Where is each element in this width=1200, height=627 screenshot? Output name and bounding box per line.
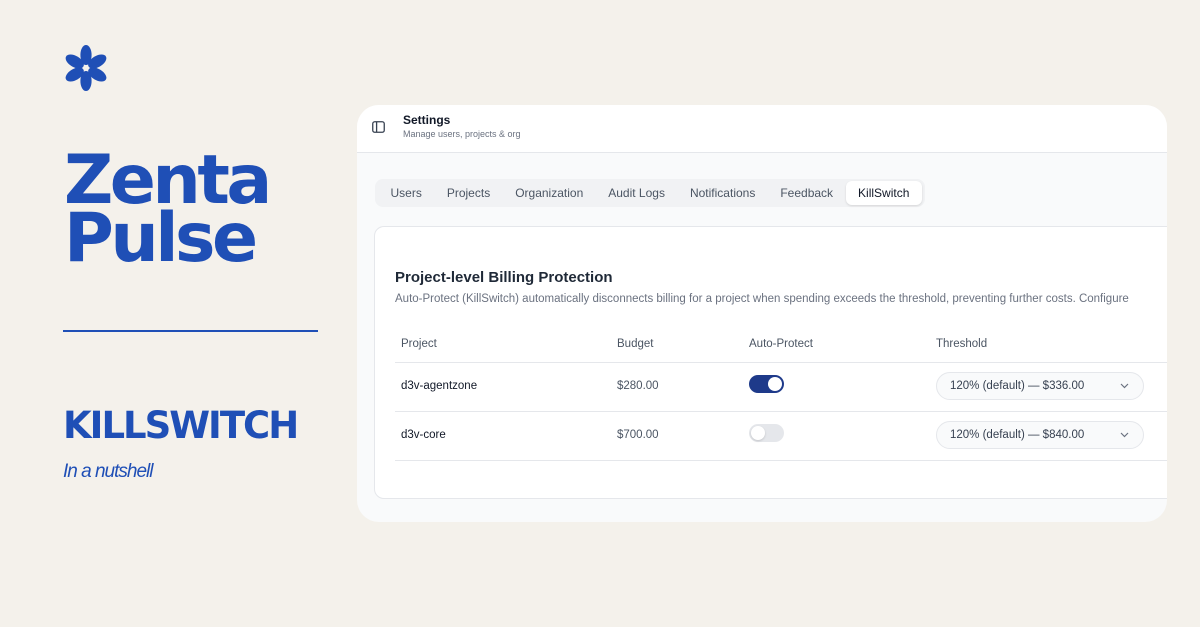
brand-divider bbox=[63, 330, 318, 332]
row-1-budget: $280.00 bbox=[617, 380, 659, 392]
toggle-knob bbox=[751, 426, 765, 440]
row-1-project: d3v-agentzone bbox=[401, 380, 478, 392]
chevron-down-icon bbox=[1120, 432, 1129, 438]
brand-name-line-2: Pulse bbox=[64, 199, 258, 278]
row-2-threshold-select[interactable]: 120% (default) — $840.00 bbox=[936, 421, 1144, 449]
tab-organization[interactable]: Organization bbox=[503, 181, 596, 205]
toggle-knob bbox=[768, 377, 782, 391]
headline: KILLSWITCH bbox=[63, 404, 299, 447]
column-header-threshold: Threshold bbox=[936, 338, 988, 350]
subline: In a nutshell bbox=[63, 461, 153, 482]
row-1-threshold-select[interactable]: 120% (default) — $336.00 bbox=[936, 372, 1144, 400]
column-header-budget: Budget bbox=[617, 338, 654, 350]
row-2-budget: $700.00 bbox=[617, 429, 659, 441]
row-divider bbox=[395, 460, 1167, 461]
billing-protection-panel: Project-level Billing Protection Auto-Pr… bbox=[374, 226, 1167, 499]
settings-screenshot-card: Settings Manage users, projects & org Us… bbox=[357, 105, 1167, 522]
brand-title: Zenta Pulse bbox=[64, 147, 272, 278]
chevron-down-icon bbox=[1120, 383, 1129, 389]
header-divider bbox=[395, 362, 1167, 363]
row-2-project: d3v-core bbox=[401, 429, 446, 441]
column-header-auto-protect: Auto-Protect bbox=[749, 338, 813, 350]
row-2-auto-protect-toggle[interactable] bbox=[749, 424, 784, 442]
tab-notifications[interactable]: Notifications bbox=[677, 181, 767, 205]
flower-icon bbox=[65, 45, 107, 91]
tab-audit-logs[interactable]: Audit Logs bbox=[596, 181, 678, 205]
column-header-project: Project bbox=[401, 338, 437, 350]
tab-feedback[interactable]: Feedback bbox=[768, 181, 846, 205]
row-divider bbox=[395, 411, 1167, 412]
tab-killswitch[interactable]: KillSwitch bbox=[845, 181, 922, 205]
section-title: Project-level Billing Protection bbox=[395, 269, 613, 286]
tab-users[interactable]: Users bbox=[378, 181, 434, 205]
row-1-threshold-value: 120% (default) — $336.00 bbox=[950, 380, 1085, 392]
row-2-threshold-value: 120% (default) — $840.00 bbox=[950, 429, 1085, 441]
page-title: Settings bbox=[403, 113, 451, 127]
page-subtitle: Manage users, projects & org bbox=[403, 129, 521, 139]
settings-tabs: Users Projects Organization Audit Logs N… bbox=[375, 179, 925, 207]
section-description: Auto-Protect (KillSwitch) automatically … bbox=[395, 293, 1129, 305]
settings-header: Settings Manage users, projects & org bbox=[357, 105, 1167, 153]
sidebar-toggle-icon[interactable] bbox=[372, 121, 385, 133]
tab-projects[interactable]: Projects bbox=[434, 181, 502, 205]
row-1-auto-protect-toggle[interactable] bbox=[749, 375, 784, 393]
